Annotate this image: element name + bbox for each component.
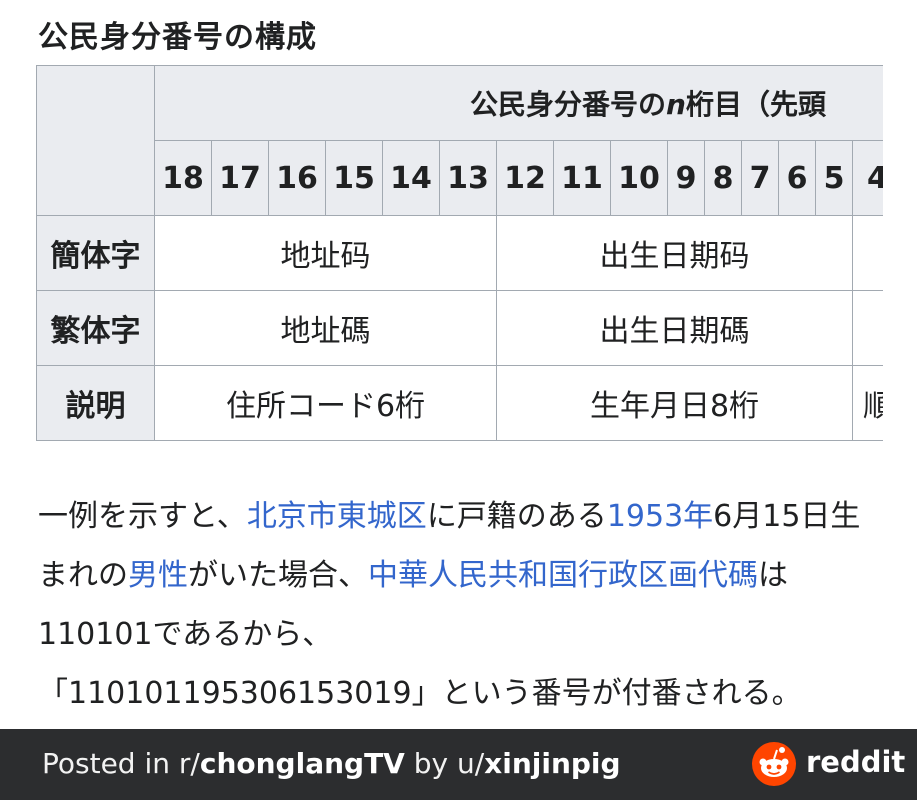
reddit-footer: Posted in r/chonglangTV by u/xinjinpig r… [0,729,917,800]
digit-header: 18 [154,140,212,216]
user-link[interactable]: xinjinpig [484,747,620,780]
link-admin-division-code[interactable]: 中華人民共和国行政区画代碼 [368,558,758,593]
digit-header: 5 [815,140,853,216]
reddit-snoo-icon [752,742,796,786]
subreddit-link[interactable]: chonglangTV [200,747,405,780]
digit-header: 9 [667,140,705,216]
address-code-cell: 住所コード6桁 [154,365,497,441]
table-row: 説明 住所コード6桁 生年月日8桁 順 [36,365,883,441]
section-heading: 公民身分番号の構成 [38,20,317,55]
digit-row: 18 17 16 15 14 13 12 11 10 9 8 7 6 5 4 [37,140,883,216]
id-structure-table: 公民身分番号のn桁目（先頭 18 17 16 15 14 13 12 11 10… [36,65,883,441]
digit-header: 11 [553,140,611,216]
paragraph-text: がいた場合、 [188,558,368,593]
link-male[interactable]: 男性 [128,558,188,593]
digit-position-header: 公民身分番号のn桁目（先頭 [153,65,883,141]
link-dongcheng-district[interactable]: 北京市東城区 [247,499,427,534]
reddit-wordmark: reddit [806,745,906,779]
order-code-cell: 順 [851,365,883,441]
digit-header: 7 [741,140,779,216]
order-code-cell [851,215,883,291]
table-row: 繁体字 地址碼 出生日期碼 [36,290,883,366]
paragraph-text: に戸籍のある [426,499,607,534]
digit-header: 10 [610,140,668,216]
digit-header: 12 [496,140,554,216]
example-paragraph: 一例を示すと、北京市東城区に戸籍のある1953年6月15日生まれの男性がいた場合… [38,487,878,723]
row-header-traditional: 繁体字 [36,290,155,366]
digit-header: 6 [778,140,816,216]
paragraph-text: 一例を示すと、 [38,499,247,534]
digit-header: 4 [851,140,883,216]
table-row: 簡体字 地址码 出生日期码 [36,215,883,291]
row-header-simplified: 簡体字 [36,215,155,291]
link-1953[interactable]: 1953年 [607,499,713,534]
digit-header: 8 [704,140,742,216]
address-code-cell: 地址碼 [154,290,497,366]
digit-header: 15 [325,140,383,216]
birthdate-code-cell: 出生日期码 [496,215,853,291]
digit-header: 14 [382,140,440,216]
birthdate-code-cell: 出生日期碼 [496,290,853,366]
paragraph-text: 「110101195306153019」という番号が付番される。 [38,676,802,711]
row-header-description: 説明 [36,365,155,441]
table-corner [36,65,155,216]
digit-header: 13 [439,140,497,216]
order-code-cell [851,290,883,366]
id-structure-table-container[interactable]: 公民身分番号のn桁目（先頭 18 17 16 15 14 13 12 11 10… [36,65,883,442]
address-code-cell: 地址码 [154,215,497,291]
posted-in-text: Posted in r/chonglangTV by u/xinjinpig [42,747,621,780]
birthdate-code-cell: 生年月日8桁 [496,365,853,441]
digit-header: 17 [211,140,269,216]
digit-header: 16 [268,140,326,216]
